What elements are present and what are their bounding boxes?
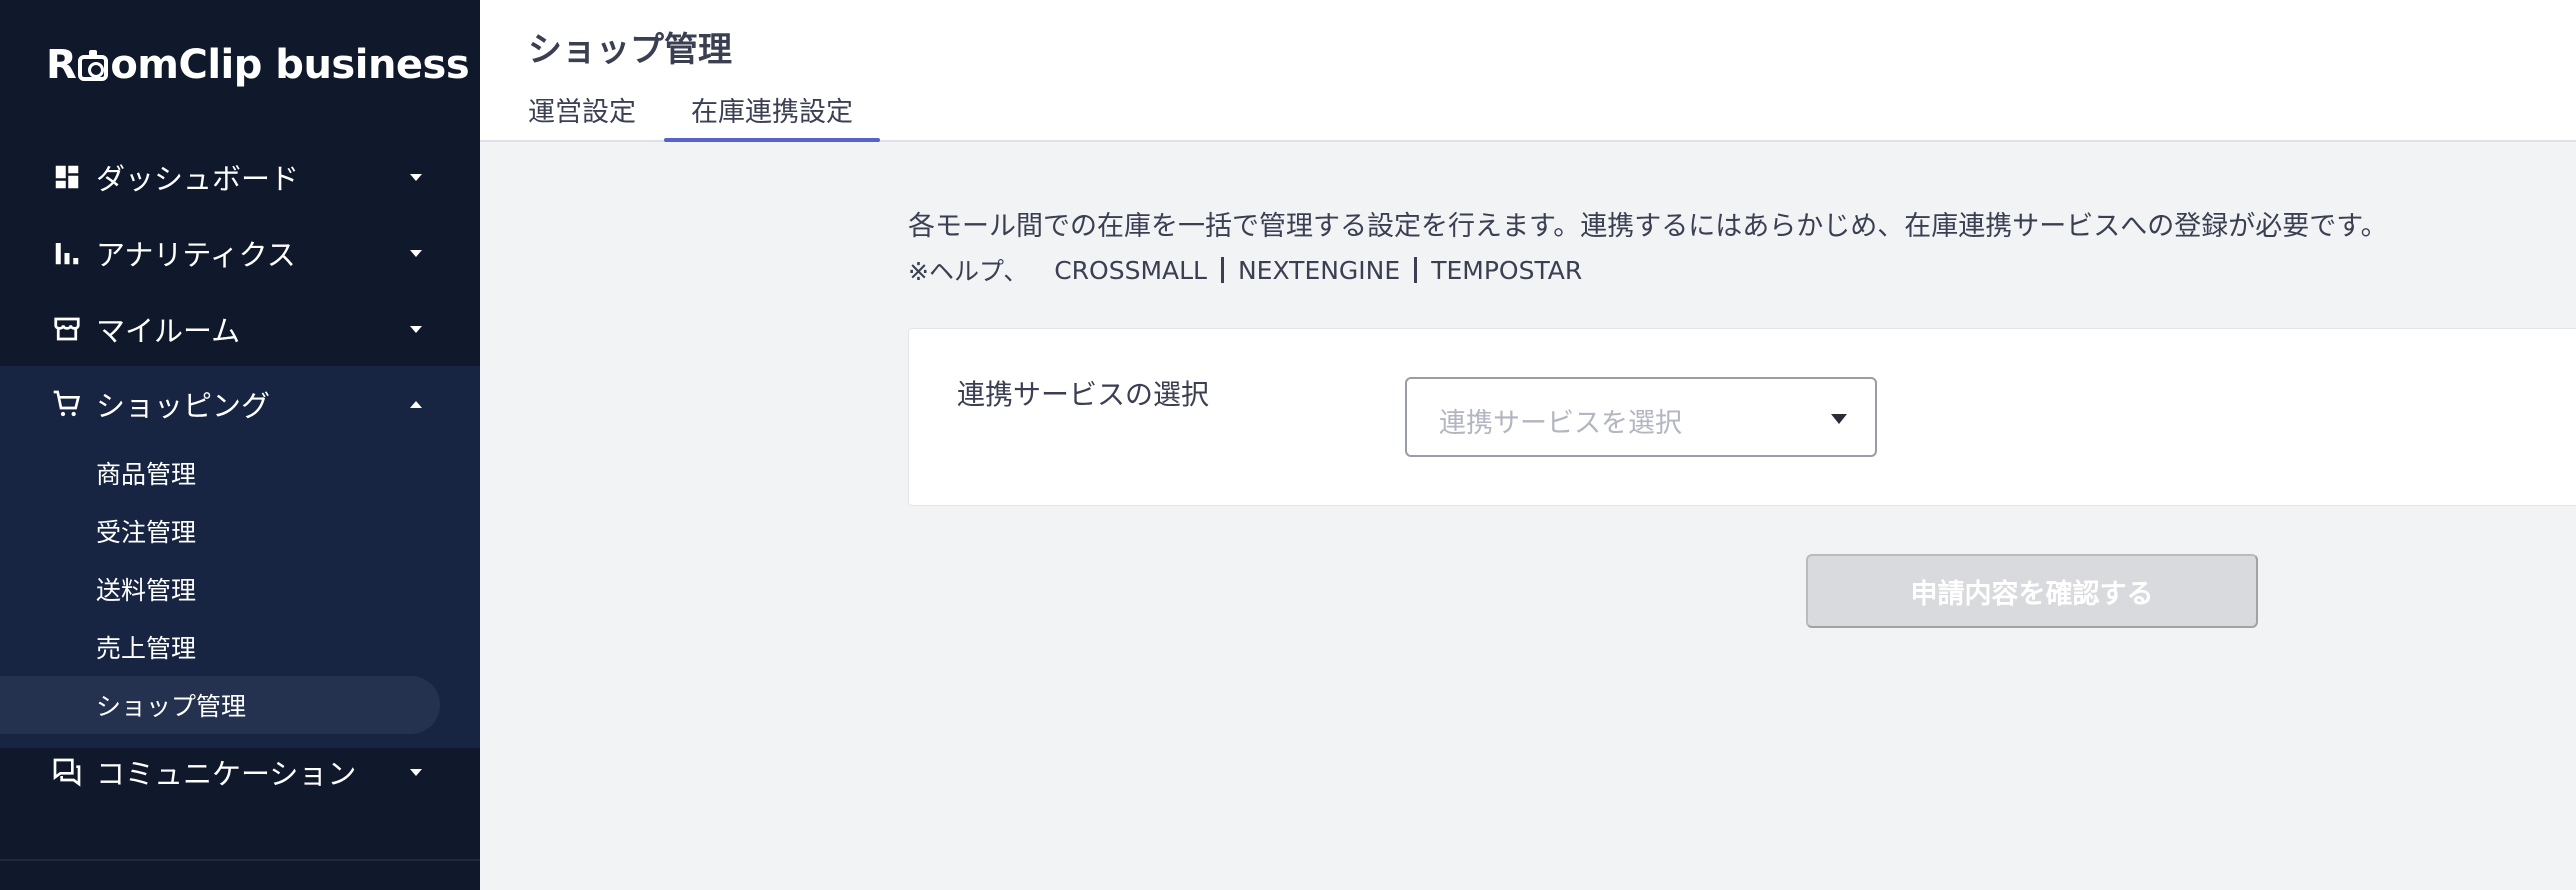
logo-text-start: R [46, 42, 77, 88]
sidebar-item-label: ダッシュボード [96, 162, 300, 196]
shopping-section: ショッピング 商品管理 受注管理 送料管理 売上管理 ショップ管理 [0, 366, 480, 748]
service-selection-card: 連携サービスの選択 連携サービスを選択 [908, 328, 2576, 506]
store-icon [50, 312, 84, 346]
cart-icon [50, 387, 84, 421]
service-select-placeholder: 連携サービスを選択 [1439, 408, 1682, 439]
help-prefix: ※ヘルプ、 [908, 257, 1029, 286]
help-link-nextengine[interactable]: NEXTENGINE [1238, 256, 1400, 285]
sidebar-item-label: アナリティクス [96, 238, 296, 272]
page-title: ショップ管理 [528, 30, 732, 70]
service-select-dropdown[interactable]: 連携サービスを選択 [1405, 377, 1877, 457]
tab-operation-settings[interactable]: 運営設定 [528, 90, 636, 140]
sidebar-subitem-orders[interactable]: 受注管理 [0, 502, 480, 560]
sidebar-subitem-label: ショップ管理 [96, 692, 247, 721]
analytics-icon [50, 236, 84, 270]
chevron-down-icon [410, 325, 422, 333]
sidebar-item-dashboard[interactable]: ダッシュボード [0, 139, 480, 215]
chevron-down-icon [410, 173, 422, 181]
sidebar-item-label: ショッピング [96, 389, 271, 423]
chat-icon [50, 755, 84, 789]
help-link-tempostar[interactable]: TEMPOSTAR [1431, 256, 1582, 285]
roomclip-business-logo[interactable]: R omClip business [46, 38, 470, 92]
description-text: 各モール間での在庫を一括で管理する設定を行えます。連携するにはあらかじめ、在庫連… [908, 211, 2388, 242]
sidebar-subitem-shop-management[interactable]: ショップ管理 [0, 676, 440, 734]
service-select-label: 連携サービスの選択 [957, 378, 1210, 411]
help-link-crossmall[interactable]: CROSSMALL [1054, 256, 1207, 285]
sidebar-item-analytics[interactable]: アナリティクス [0, 215, 480, 291]
sidebar-divider [0, 859, 480, 861]
sidebar-item-myroom[interactable]: マイルーム [0, 291, 480, 367]
sidebar-subitem-label: 商品管理 [96, 460, 197, 489]
sidebar-subitem-label: 送料管理 [96, 576, 197, 605]
link-separator [1220, 257, 1224, 283]
sidebar: R omClip business ダッシュボード アナリティクス マイルーム [0, 0, 480, 890]
sidebar-subitem-label: 受注管理 [96, 518, 197, 547]
sidebar-item-label: コミュニケーション [96, 757, 357, 791]
dashboard-icon [50, 160, 84, 194]
sidebar-subitem-shipping[interactable]: 送料管理 [0, 560, 480, 618]
dropdown-arrow-icon [1831, 414, 1847, 424]
chevron-down-icon [410, 249, 422, 257]
confirm-application-button[interactable]: 申請内容を確認する [1806, 554, 2258, 628]
logo-text-end: omClip business [110, 42, 470, 88]
chevron-down-icon [410, 768, 422, 776]
sidebar-item-communication[interactable]: コミュニケーション [0, 734, 480, 810]
sidebar-item-shopping[interactable]: ショッピング [0, 366, 480, 442]
sidebar-item-label: マイルーム [96, 314, 241, 348]
link-separator [1414, 257, 1418, 283]
help-links: ※ヘルプ、 CROSSMALL NEXTENGINE TEMPOSTAR [908, 252, 1582, 288]
sidebar-subitem-products[interactable]: 商品管理 [0, 444, 480, 502]
chevron-up-icon [410, 400, 422, 408]
tab-inventory-sync-settings[interactable]: 在庫連携設定 [664, 90, 880, 142]
sidebar-subitem-sales[interactable]: 売上管理 [0, 618, 480, 676]
page-header: ショップ管理 運営設定 在庫連携設定 [480, 0, 2576, 142]
sidebar-subitem-label: 売上管理 [96, 634, 197, 663]
camera-logo-icon [78, 50, 109, 81]
